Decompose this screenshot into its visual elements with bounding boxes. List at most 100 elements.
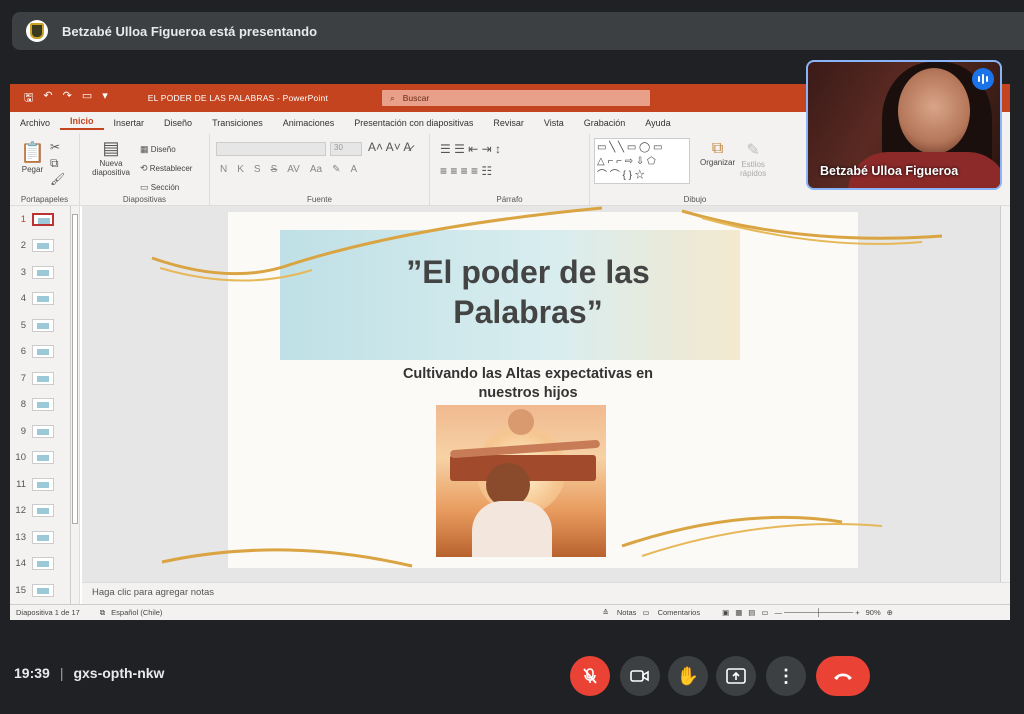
slide-thumbnail[interactable]: 8 bbox=[10, 392, 79, 419]
reading-view-icon[interactable]: ▤ bbox=[748, 608, 755, 617]
camera-button[interactable] bbox=[620, 656, 660, 696]
italic-button[interactable]: K bbox=[237, 164, 244, 175]
thumbnail-image bbox=[32, 212, 54, 226]
format-painter-icon[interactable]: 🖌 bbox=[50, 172, 65, 186]
bold-button[interactable]: N bbox=[220, 164, 227, 175]
tab-insertar[interactable]: Insertar bbox=[104, 118, 155, 128]
new-slide-button[interactable]: ▤ Nueva diapositiva bbox=[88, 138, 134, 177]
spellcheck-icon[interactable]: ⧉ bbox=[100, 608, 105, 618]
tab-ayuda[interactable]: Ayuda bbox=[635, 118, 680, 128]
zoom-level[interactable]: 90% bbox=[866, 608, 881, 617]
search-input[interactable]: ⌕ Buscar bbox=[382, 90, 650, 106]
comments-toggle[interactable]: ▭ Comentarios bbox=[642, 608, 700, 617]
info-separator: | bbox=[59, 665, 64, 681]
strike-button[interactable]: S bbox=[271, 164, 278, 175]
notes-toggle[interactable]: ≙ Notas bbox=[602, 608, 636, 617]
sorter-view-icon[interactable]: ▦ bbox=[735, 608, 742, 617]
tab-presentacion[interactable]: Presentación con diapositivas bbox=[344, 118, 483, 128]
copy-icon[interactable]: ⧉ bbox=[50, 156, 59, 170]
slide-number: 2 bbox=[20, 240, 26, 252]
slide-number: 3 bbox=[20, 266, 26, 278]
slideshow-view-icon[interactable]: ▭ bbox=[761, 608, 768, 617]
meeting-info: 19:39 | gxs-opth-nkw bbox=[14, 665, 164, 681]
slide-number: 4 bbox=[20, 293, 26, 305]
slide-thumbnail[interactable]: 14 bbox=[10, 551, 79, 578]
tab-inicio[interactable]: Inicio bbox=[60, 116, 104, 130]
participant-tile[interactable]: Betzabé Ulloa Figueroa bbox=[806, 60, 1002, 190]
group-label-drawing: Dibujo bbox=[683, 195, 707, 204]
slide-thumbnails: 1 2 3 4 5 6 7 8 9 10 11 12 13 14 15 bbox=[10, 206, 80, 604]
slide-thumbnail[interactable]: 2 bbox=[10, 233, 79, 260]
thumbnail-image bbox=[32, 583, 54, 597]
cut-icon[interactable]: ✂ bbox=[50, 140, 60, 154]
slide-number: 9 bbox=[20, 425, 26, 437]
arrange-button[interactable]: ⧉ Organizar bbox=[700, 140, 735, 167]
customize-qa-icon[interactable]: ▾ bbox=[102, 89, 108, 108]
slide-editor: ”El poder de las Palabras” Cultivando la… bbox=[82, 206, 1010, 582]
meeting-code[interactable]: gxs-opth-nkw bbox=[73, 665, 164, 681]
slide-thumbnail[interactable]: 5 bbox=[10, 312, 79, 339]
clock: 19:39 bbox=[14, 665, 50, 681]
bullets-icon[interactable]: ☰ ☰ ⇤ ⇥ ↕ bbox=[440, 142, 501, 156]
tab-grabacion[interactable]: Grabación bbox=[574, 118, 636, 128]
slide-thumbnail[interactable]: 4 bbox=[10, 286, 79, 313]
tab-transiciones[interactable]: Transiciones bbox=[202, 118, 273, 128]
normal-view-icon[interactable]: ▣ bbox=[722, 608, 729, 617]
present-button[interactable] bbox=[716, 656, 756, 696]
slide-thumbnail[interactable]: 3 bbox=[10, 259, 79, 286]
font-grow-icon[interactable]: A˄ A˅ A̷ bbox=[368, 140, 411, 154]
tab-revisar[interactable]: Revisar bbox=[483, 118, 534, 128]
search-icon: ⌕ bbox=[390, 92, 395, 103]
reset-button[interactable]: ⟲ Restablecer bbox=[140, 159, 192, 178]
tab-animaciones[interactable]: Animaciones bbox=[273, 118, 345, 128]
quick-styles-button[interactable]: ✎ Estilos rápidos bbox=[740, 140, 766, 178]
start-slideshow-icon[interactable]: ▭ bbox=[82, 89, 92, 108]
redo-icon[interactable]: ↷ bbox=[63, 89, 72, 108]
slide-title[interactable]: ”El poder de las Palabras” bbox=[348, 252, 708, 332]
thumbnails-scrollbar[interactable] bbox=[70, 206, 79, 604]
thumbnail-image bbox=[32, 398, 54, 412]
mic-off-button[interactable] bbox=[570, 656, 610, 696]
zoom-slider[interactable]: — ──────┼────── + bbox=[774, 608, 859, 617]
paste-button[interactable]: 📋 Pegar bbox=[20, 140, 45, 174]
slide-thumbnail[interactable]: 11 bbox=[10, 471, 79, 498]
end-call-button[interactable] bbox=[816, 656, 870, 696]
end-call-icon bbox=[834, 673, 852, 680]
slide-thumbnail[interactable]: 12 bbox=[10, 498, 79, 525]
notes-pane[interactable]: Haga clic para agregar notas bbox=[82, 582, 1010, 604]
shapes-gallery[interactable]: ▭ ╲ ╲ ▭ ◯ ▭ △ ⌐ ⌐ ⇨ ⇩ ⬠ ⌒ ⌒ { } ☆ bbox=[594, 138, 690, 184]
layout-button[interactable]: ▦ Diseño bbox=[140, 140, 192, 159]
slide-thumbnail[interactable]: 7 bbox=[10, 365, 79, 392]
language[interactable]: Español (Chile) bbox=[111, 608, 162, 617]
status-bar: Diapositiva 1 de 17 ⧉ Español (Chile) ≙ … bbox=[10, 604, 1010, 620]
tab-vista[interactable]: Vista bbox=[534, 118, 574, 128]
slide-thumbnail[interactable]: 6 bbox=[10, 339, 79, 366]
font-family-select[interactable] bbox=[216, 142, 326, 156]
highlight-icon[interactable]: ✎ bbox=[332, 164, 340, 175]
more-options-button[interactable]: ⋮ bbox=[766, 656, 806, 696]
tab-archivo[interactable]: Archivo bbox=[10, 118, 60, 128]
slide-thumbnail[interactable]: 15 bbox=[10, 577, 79, 604]
case-icon[interactable]: Aa bbox=[310, 164, 322, 175]
mother-child-photo[interactable] bbox=[436, 405, 606, 557]
underline-button[interactable]: S bbox=[254, 164, 261, 175]
undo-icon[interactable]: ↶ bbox=[43, 89, 52, 108]
notes-label: Notas bbox=[616, 608, 637, 617]
save-icon[interactable]: 🖫 bbox=[24, 89, 33, 108]
fit-icon[interactable]: ⊕ bbox=[887, 608, 893, 617]
font-size-select[interactable]: 30 bbox=[330, 142, 362, 156]
raise-hand-button[interactable]: ✋ bbox=[668, 656, 708, 696]
slide-subtitle[interactable]: Cultivando las Altas expectativas en nue… bbox=[348, 365, 708, 403]
group-slides: ▤ Nueva diapositiva ▦ Diseño ⟲ Restablec… bbox=[80, 134, 210, 206]
font-color-icon[interactable]: A bbox=[350, 164, 357, 175]
current-slide[interactable]: ”El poder de las Palabras” Cultivando la… bbox=[228, 212, 858, 568]
slide-thumbnail[interactable]: 1 bbox=[10, 206, 79, 233]
editor-scrollbar[interactable] bbox=[1000, 206, 1010, 582]
align-icon[interactable]: ≡ ≡ ≡ ≡ ☷ bbox=[440, 164, 492, 178]
tab-diseno[interactable]: Diseño bbox=[154, 118, 202, 128]
slide-number: 1 bbox=[20, 213, 26, 225]
slide-thumbnail[interactable]: 9 bbox=[10, 418, 79, 445]
slide-thumbnail[interactable]: 13 bbox=[10, 524, 79, 551]
slide-thumbnail[interactable]: 10 bbox=[10, 445, 79, 472]
spacing-icon[interactable]: AV bbox=[287, 164, 300, 175]
